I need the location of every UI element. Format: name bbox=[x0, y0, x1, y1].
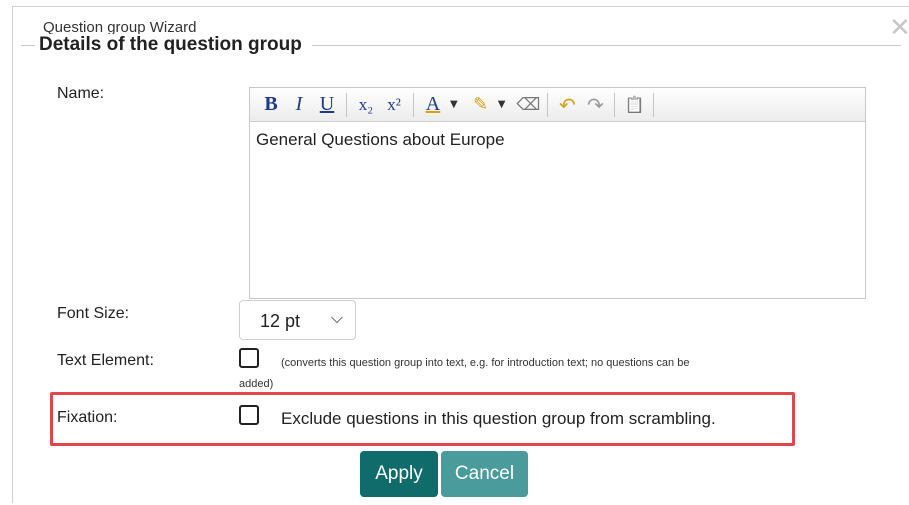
underline-icon[interactable]: U bbox=[314, 92, 340, 118]
editor-toolbar: B I U x₂ x² A ▼ ✎ ▼ ⌫ ↶ ↷ 📋 bbox=[250, 88, 865, 122]
name-value[interactable]: General Questions about Europe bbox=[256, 130, 505, 150]
question-group-wizard-dialog: Question group Wizard ✕ Details of the q… bbox=[12, 6, 909, 503]
apply-button[interactable]: Apply bbox=[360, 451, 438, 497]
highlight-color-dropdown-icon[interactable]: ▼ bbox=[498, 99, 506, 110]
font-size-selected-value: 12 pt bbox=[260, 311, 301, 331]
subscript-icon[interactable]: x₂ bbox=[353, 92, 379, 118]
toolbar-separator bbox=[413, 92, 414, 117]
text-color-dropdown-icon[interactable]: ▼ bbox=[450, 99, 458, 110]
paste-icon[interactable]: 📋 bbox=[621, 92, 647, 118]
cancel-button[interactable]: Cancel bbox=[441, 451, 528, 497]
text-color-icon[interactable]: A bbox=[420, 92, 446, 118]
toolbar-separator bbox=[653, 92, 655, 117]
toolbar-separator bbox=[346, 92, 347, 117]
chevron-down-icon: ⌵ bbox=[330, 310, 343, 327]
redo-icon[interactable]: ↷ bbox=[582, 92, 608, 118]
fixation-highlight-box bbox=[50, 392, 795, 446]
name-rich-text-editor[interactable]: B I U x₂ x² A ▼ ✎ ▼ ⌫ ↶ ↷ 📋 General Ques… bbox=[249, 87, 866, 299]
remove-format-icon[interactable]: ⌫ bbox=[515, 92, 541, 118]
superscript-icon[interactable]: x² bbox=[381, 92, 407, 118]
font-size-select[interactable]: 12 pt ⌵ bbox=[239, 300, 356, 340]
toolbar-separator bbox=[614, 92, 616, 117]
highlight-color-icon[interactable]: ✎ bbox=[468, 92, 494, 118]
undo-icon[interactable]: ↶ bbox=[554, 92, 580, 118]
text-element-checkbox[interactable] bbox=[239, 348, 259, 368]
text-element-note-continued: added) bbox=[239, 378, 274, 390]
text-element-label: Text Element: bbox=[57, 352, 154, 369]
bold-icon[interactable]: B bbox=[258, 92, 284, 118]
name-label: Name: bbox=[57, 85, 105, 102]
section-legend: Details of the question group bbox=[35, 34, 312, 56]
font-size-label: Font Size: bbox=[57, 305, 130, 322]
italic-icon[interactable]: I bbox=[286, 92, 312, 118]
text-element-note: (converts this question group into text,… bbox=[281, 357, 690, 369]
toolbar-separator bbox=[547, 92, 549, 117]
close-icon[interactable]: ✕ bbox=[889, 13, 909, 41]
